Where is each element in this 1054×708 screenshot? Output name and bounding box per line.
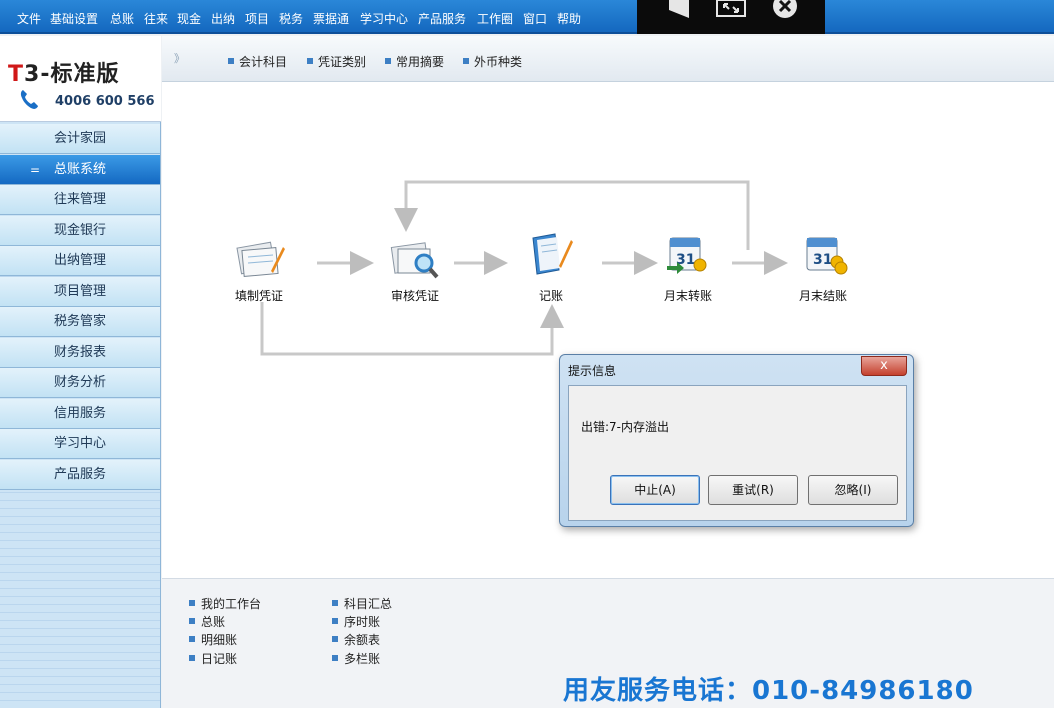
bullet-icon bbox=[463, 58, 469, 64]
bullet-icon bbox=[332, 655, 338, 661]
quick-link-general-ledger[interactable]: 总账 bbox=[189, 613, 225, 630]
close-circle-icon[interactable] bbox=[770, 0, 800, 20]
bullet-icon bbox=[332, 600, 338, 606]
retry-button[interactable]: 重试(R) bbox=[708, 475, 798, 505]
sidebar-item-project[interactable]: 项目管理 bbox=[0, 277, 160, 307]
flow-label-month-end-close: 月末结账 bbox=[798, 289, 848, 303]
bullet-icon bbox=[332, 618, 338, 624]
dialog-title: 提示信息 bbox=[568, 364, 617, 378]
quick-link-detail-ledger[interactable]: 明细账 bbox=[189, 631, 237, 648]
menu-learning[interactable]: 学习中心 bbox=[360, 10, 408, 27]
sidebar-item-label: 会计家园 bbox=[53, 131, 106, 146]
function-tab-strip: 》 会计科目 凭证类别 常用摘要 外币种类 bbox=[162, 36, 1054, 82]
play-icon[interactable] bbox=[665, 0, 691, 20]
quick-link-balance-sheet[interactable]: 余额表 bbox=[332, 631, 380, 648]
abort-button[interactable]: 中止(A) bbox=[610, 475, 700, 505]
month-end-close-icon[interactable]: 31 bbox=[799, 232, 849, 276]
menu-general-ledger[interactable]: 总账 bbox=[110, 10, 134, 27]
sidebar-item-label: 产品服务 bbox=[53, 467, 106, 482]
sidebar-item-label: 学习中心 bbox=[53, 436, 106, 451]
sidebar-item-label: 往来管理 bbox=[53, 192, 106, 207]
sidebar-item-financial-reports[interactable]: 财务报表 bbox=[0, 338, 160, 368]
menu-file[interactable]: 文件 bbox=[17, 10, 41, 27]
menu-workcircle[interactable]: 工作圈 bbox=[477, 10, 513, 27]
ignore-button[interactable]: 忽略(I) bbox=[808, 475, 898, 505]
bullet-icon bbox=[189, 600, 195, 606]
bullet-icon bbox=[332, 636, 338, 642]
collapse-chevron-icon[interactable]: 》 bbox=[174, 50, 185, 66]
error-dialog: 提示信息 x 出错:7-内存溢出 中止(A) 重试(R) 忽略(I) bbox=[559, 354, 914, 527]
fill-voucher-icon[interactable] bbox=[235, 237, 285, 281]
quick-link-subject-summary[interactable]: 科目汇总 bbox=[332, 595, 392, 612]
sidebar-item-label: 现金银行 bbox=[53, 223, 106, 238]
active-marker: = bbox=[30, 163, 41, 177]
menu-receivables[interactable]: 往来 bbox=[144, 10, 168, 27]
phone-icon bbox=[20, 90, 38, 109]
quick-link-journal[interactable]: 日记账 bbox=[189, 650, 237, 667]
menu-cash[interactable]: 现金 bbox=[177, 10, 201, 27]
quick-link-multi-column-ledger[interactable]: 多栏账 bbox=[332, 650, 380, 667]
quick-link-chronological-ledger[interactable]: 序时账 bbox=[332, 613, 380, 630]
sidebar-item-label: 出纳管理 bbox=[53, 253, 106, 268]
tab-common-summaries[interactable]: 常用摘要 bbox=[385, 53, 444, 70]
svg-text:31: 31 bbox=[813, 252, 832, 268]
dialog-message: 出错:7-内存溢出 bbox=[581, 420, 670, 434]
menu-bar: 文件 基础设置 总账 往来 现金 出纳 项目 税务 票据通 学习中心 产品服务 … bbox=[0, 0, 1054, 34]
bullet-icon bbox=[189, 655, 195, 661]
sidebar-item-cash-bank[interactable]: 现金银行 bbox=[0, 216, 160, 246]
bullet-icon bbox=[189, 636, 195, 642]
dialog-body: 出错:7-内存溢出 中止(A) 重试(R) 忽略(I) bbox=[568, 385, 907, 521]
logo-title: T3-标准版 bbox=[8, 62, 120, 87]
brand-logo: T3-标准版 4006 600 566 bbox=[0, 36, 161, 122]
dialog-close-button[interactable]: x bbox=[861, 356, 907, 376]
flow-label-bookkeeping: 记账 bbox=[538, 289, 564, 303]
sidebar-item-products[interactable]: 产品服务 bbox=[0, 460, 160, 490]
menu-products[interactable]: 产品服务 bbox=[418, 10, 466, 27]
sidebar-item-label: 总账系统 bbox=[53, 162, 106, 177]
sidebar-item-tax[interactable]: 税务管家 bbox=[0, 307, 160, 337]
fullscreen-icon[interactable] bbox=[716, 0, 746, 18]
flow-label-audit-voucher: 审核凭证 bbox=[390, 289, 440, 303]
sidebar-item-cashier[interactable]: 出纳管理 bbox=[0, 246, 160, 276]
menu-bill[interactable]: 票据通 bbox=[313, 10, 349, 27]
video-control-bar bbox=[637, 0, 825, 34]
menu-project[interactable]: 项目 bbox=[245, 10, 269, 27]
sidebar-item-label: 财务报表 bbox=[53, 345, 106, 360]
menu-cashier[interactable]: 出纳 bbox=[211, 10, 235, 27]
flow-label-fill-voucher: 填制凭证 bbox=[234, 289, 284, 303]
bullet-icon bbox=[307, 58, 313, 64]
sidebar-item-label: 信用服务 bbox=[53, 406, 106, 421]
menu-tax[interactable]: 税务 bbox=[279, 10, 303, 27]
sidebar-item-general-ledger[interactable]: = 总账系统 bbox=[0, 155, 160, 185]
service-hotline: 用友服务电话：010-84986180 bbox=[563, 676, 974, 706]
logo-phone-number: 4006 600 566 bbox=[55, 94, 155, 109]
quick-link-my-workbench[interactable]: 我的工作台 bbox=[189, 595, 261, 612]
tab-voucher-types[interactable]: 凭证类别 bbox=[307, 53, 366, 70]
tab-accounting-subjects[interactable]: 会计科目 bbox=[228, 53, 287, 70]
month-end-transfer-icon[interactable]: 31 bbox=[662, 232, 712, 276]
sidebar-item-receivables[interactable]: 往来管理 bbox=[0, 185, 160, 215]
tab-currency-types[interactable]: 外币种类 bbox=[463, 53, 522, 70]
bookkeeping-icon[interactable] bbox=[525, 232, 575, 276]
sidebar: T3-标准版 4006 600 566 会计家园 = 总账系统 往来管理 现金银行… bbox=[0, 36, 161, 708]
bullet-icon bbox=[228, 58, 234, 64]
menu-help[interactable]: 帮助 bbox=[557, 10, 581, 27]
sidebar-item-label: 财务分析 bbox=[53, 375, 106, 390]
sidebar-item-learning[interactable]: 学习中心 bbox=[0, 429, 160, 459]
menu-basic-settings[interactable]: 基础设置 bbox=[50, 10, 98, 27]
menu-window[interactable]: 窗口 bbox=[523, 10, 547, 27]
audit-voucher-icon[interactable] bbox=[390, 237, 440, 281]
bullet-icon bbox=[189, 618, 195, 624]
flow-label-month-end-transfer: 月末转账 bbox=[663, 289, 713, 303]
bullet-icon bbox=[385, 58, 391, 64]
sidebar-item-credit[interactable]: 信用服务 bbox=[0, 399, 160, 429]
sidebar-item-label: 项目管理 bbox=[53, 284, 106, 299]
sidebar-item-label: 税务管家 bbox=[53, 314, 106, 329]
sidebar-item-financial-analysis[interactable]: 财务分析 bbox=[0, 368, 160, 398]
sidebar-item-accounting-home[interactable]: 会计家园 bbox=[0, 124, 160, 154]
